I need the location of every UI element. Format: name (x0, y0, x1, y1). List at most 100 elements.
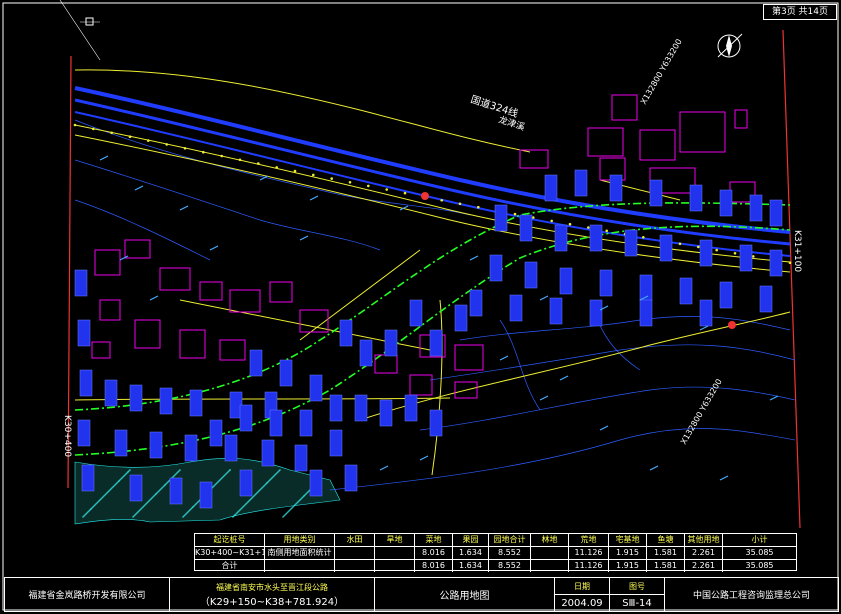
river-hatch-dot (240, 508, 242, 510)
coordinate-label-top: X132800 Y633200 (639, 37, 684, 106)
table-cell: 11.126 (569, 547, 609, 559)
land-parcel (409, 299, 423, 327)
road-marker (238, 158, 242, 162)
river-hatch-dot (283, 515, 285, 517)
table-row: 合计 8.016 1.634 8.552 11.126 1.915 1.581 2.261 35… (195, 560, 796, 572)
date-label: 日期 (555, 578, 609, 595)
road-marker (385, 188, 389, 191)
land-parcel (599, 269, 613, 297)
river-hatch-dot (289, 509, 291, 511)
river-hatch-dot (254, 494, 256, 496)
river-hatch-dot (300, 498, 302, 500)
river-hatch-dot (235, 513, 237, 515)
elevation-mark (599, 425, 609, 431)
river-hatch-dot (248, 500, 250, 502)
table-cell: 8.016 (415, 560, 453, 572)
land-parcel (719, 189, 733, 217)
river-hatch-dot (176, 472, 178, 474)
table-cell: 宅基地 (609, 534, 647, 546)
table-cell: 起讫桩号 (195, 534, 265, 546)
road-marker (532, 216, 535, 219)
river-hatch-dot (112, 486, 114, 488)
chainage-right-label: K31+100 (792, 230, 802, 272)
land-parcel (224, 434, 238, 462)
table-cell: 合计 (195, 560, 265, 572)
river-hatch-dot (127, 471, 129, 473)
river-hatch-dot (122, 476, 124, 478)
river-hatch-dot (195, 503, 197, 505)
land-parcel (659, 234, 673, 262)
elevation-mark (309, 195, 319, 201)
land-parcel (309, 469, 323, 497)
road-marker (110, 131, 113, 135)
river-hatch-dot (155, 493, 157, 495)
land-parcel (624, 229, 638, 257)
river-hatch-dot (219, 479, 221, 481)
table-cell: 2.261 (685, 547, 723, 559)
river-hatch-dot (85, 513, 87, 515)
project-name: 福建省南安市水头至晋江段公路 (216, 582, 328, 592)
table-cell: 11.126 (569, 560, 609, 572)
river-hatch-dot (138, 510, 140, 512)
river-hatch-dot (115, 483, 117, 485)
river-hatch-dot (274, 474, 276, 476)
land-parcel (699, 299, 713, 327)
river-hatch-dot (149, 499, 151, 501)
road-marker (678, 242, 682, 246)
river-hatch-dot (218, 480, 220, 482)
road-marker (458, 202, 462, 206)
land-parcel (609, 174, 623, 202)
road-marker (165, 143, 168, 146)
land-parcel (294, 444, 308, 472)
river-hatch-dot (157, 491, 159, 493)
land-parcel (689, 184, 703, 212)
river-hatch-dot (244, 504, 246, 506)
river-hatch-dot (97, 501, 99, 503)
land-parcel (79, 369, 93, 397)
river-hatch-dot (132, 516, 134, 518)
river-hatch-dot (258, 490, 260, 492)
river-hatch-dot (239, 509, 241, 511)
land-parcel (199, 481, 213, 509)
land-use-map: 国道324线 龙津溪 K30+400 K31+100 X132800 Y6332… (2, 0, 839, 611)
river-hatch-dot (125, 473, 127, 475)
river-hatch-dot (251, 497, 253, 499)
river-hatch-dot (257, 491, 259, 493)
survey-marker (728, 321, 736, 329)
river-hatch-dot (213, 485, 215, 487)
land-parcel (699, 239, 713, 267)
table-cell: 其他用地 (685, 534, 723, 546)
table-cell: 菜地 (415, 534, 453, 546)
buildings (91, 94, 756, 399)
river-hatch-dot (83, 515, 85, 517)
river-hatch-dot (285, 513, 287, 515)
river-hatch-dot (153, 495, 155, 497)
land-parcel (519, 214, 533, 242)
river-hatch-dot (94, 504, 96, 506)
drawing-title: 公路用地图 (375, 578, 555, 611)
road-marker (275, 166, 279, 169)
river-hatch-dot (133, 515, 135, 517)
river-hatch-dot (183, 515, 185, 517)
date-cell: 日期 2004.09 (555, 578, 610, 611)
land-parcel (169, 477, 183, 505)
river-hatch-dot (134, 514, 136, 516)
river-hatch-dot (174, 474, 176, 476)
river-hatch-dot (294, 504, 296, 506)
river-hatch-dot (98, 500, 100, 502)
road-marker (733, 252, 737, 255)
river-hatch-dot (277, 471, 279, 473)
chainage-left-label: K30+400 (62, 415, 72, 457)
river-hatch-dot (291, 507, 293, 509)
river-hatch-dot (179, 469, 181, 471)
table-cell: K30+400~K31+100 (195, 547, 265, 559)
land-parcel (379, 399, 393, 427)
river-hatch-dot (293, 505, 295, 507)
river-hatch-dot (286, 512, 288, 514)
river-hatch-dot (249, 499, 251, 501)
land-parcel (549, 297, 563, 325)
river-hatch-dot (278, 470, 280, 472)
river-hatch-dot (186, 512, 188, 514)
elevation-mark (209, 245, 219, 251)
land-use-table: 起讫桩号 用地类别 水田 旱地 菜地 果园 园地合计 林地 荒地 宅基地 鱼塘 其他用地 小计 K30+… (194, 533, 797, 572)
